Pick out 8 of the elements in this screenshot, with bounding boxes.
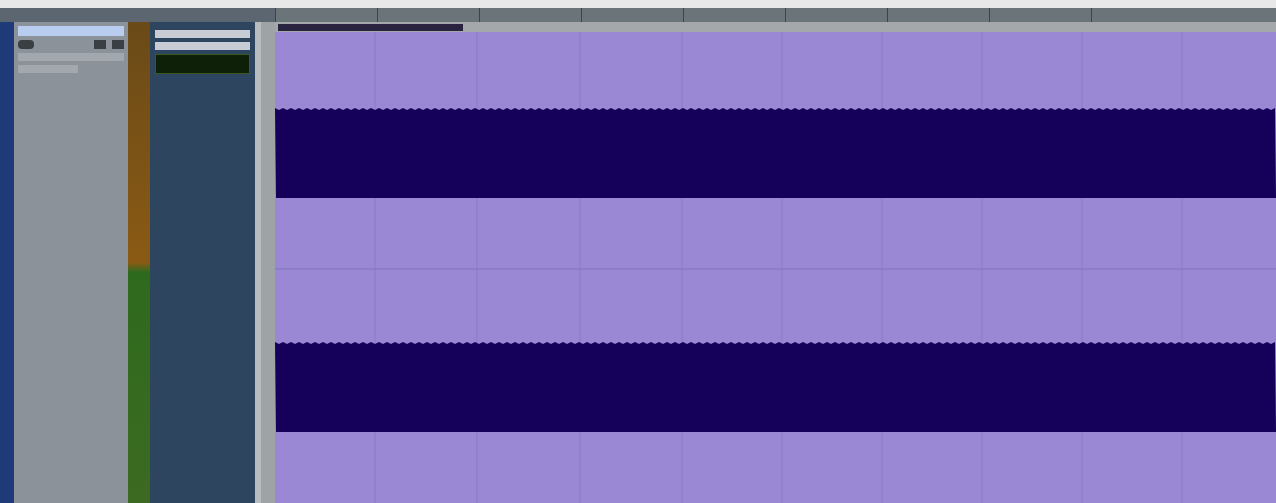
track-control-button[interactable] [112, 40, 124, 49]
track-name-field[interactable] [18, 26, 124, 36]
timeline-ruler[interactable] [0, 8, 1276, 22]
track-control-button[interactable] [94, 40, 106, 49]
insert-slot[interactable] [155, 42, 250, 50]
splitter-bar[interactable] [255, 22, 275, 503]
track-control-button[interactable] [18, 40, 34, 49]
insert-slot[interactable] [155, 30, 250, 38]
